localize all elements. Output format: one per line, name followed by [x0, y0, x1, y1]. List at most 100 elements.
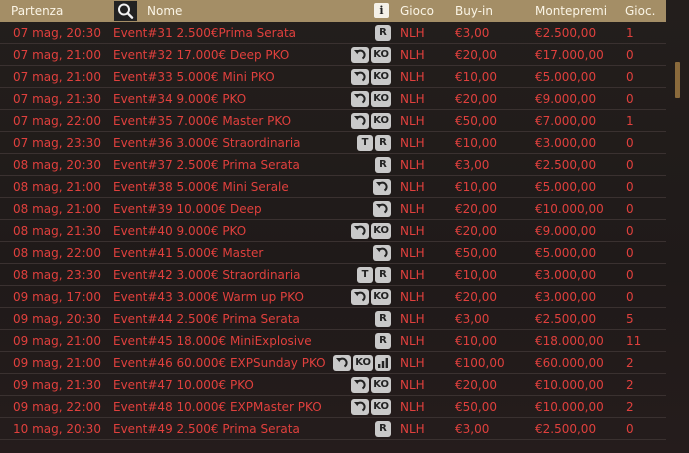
column-header-buyin[interactable]: Buy-in: [455, 4, 493, 18]
bar-chart-icon: [375, 354, 391, 371]
game-type: NLH: [400, 70, 425, 84]
player-count: 0: [626, 268, 634, 282]
tournament-row[interactable]: 09 mag, 17:00 Event#43 3.000€ Warm up PKO…: [0, 286, 666, 308]
player-count: 0: [626, 202, 634, 216]
tournament-name: Event#47 10.000€ PKO: [113, 378, 254, 392]
start-time: 07 mag, 21:00: [13, 70, 101, 84]
rebuy-badge: R: [375, 332, 391, 349]
game-type: NLH: [400, 48, 425, 62]
tournament-badges: TR: [357, 134, 391, 151]
tournament-row[interactable]: 08 mag, 22:00 Event#41 5.000€ Master NLH €5…: [0, 242, 666, 264]
start-time: 08 mag, 23:30: [13, 268, 101, 282]
late-reg-icon: [351, 376, 370, 393]
start-time: 08 mag, 21:30: [13, 224, 101, 238]
knockout-badge: KO: [371, 398, 391, 415]
knockout-badge: KO: [371, 288, 391, 305]
start-time: 07 mag, 22:00: [13, 114, 101, 128]
prize-pool: €9.000,00: [535, 92, 597, 106]
prize-pool: €10.000,00: [535, 400, 604, 414]
tournament-row[interactable]: 08 mag, 23:30 Event#42 3.000€ Straordinar…: [0, 264, 666, 286]
knockout-badge: KO: [371, 68, 391, 85]
tournament-row[interactable]: 09 mag, 21:30 Event#47 10.000€ PKO NLH €20,…: [0, 374, 666, 396]
tournament-row[interactable]: 09 mag, 20:30 Event#44 2.500€ Prima Serat…: [0, 308, 666, 330]
tournament-row[interactable]: 07 mag, 21:00 Event#32 17.000€ Deep PKO NL…: [0, 44, 666, 66]
player-count: 1: [626, 26, 634, 40]
game-type: NLH: [400, 114, 425, 128]
tournament-name: Event#33 5.000€ Mini PKO: [113, 70, 275, 84]
late-reg-icon: [351, 222, 370, 239]
start-time: 09 mag, 20:30: [13, 312, 101, 326]
tournament-badges: R: [375, 156, 391, 173]
start-time: 08 mag, 21:00: [13, 202, 101, 216]
late-reg-icon: [351, 90, 370, 107]
tournament-badges: [373, 178, 391, 195]
buyin-amount: €10,00: [455, 334, 497, 348]
player-count: 1: [626, 114, 634, 128]
tournament-badges: [373, 244, 391, 261]
prize-pool: €10.000,00: [535, 378, 604, 392]
turbo-badge: T: [357, 134, 373, 151]
info-icon[interactable]: i: [374, 3, 389, 18]
late-reg-icon: [351, 68, 370, 85]
player-count: 0: [626, 92, 634, 106]
game-type: NLH: [400, 268, 425, 282]
column-header-name[interactable]: Nome: [147, 4, 182, 18]
knockout-badge: KO: [353, 354, 373, 371]
column-header-prize[interactable]: Montepremi: [535, 4, 607, 18]
tournament-row[interactable]: 07 mag, 20:30 Event#31 2.500€Prima Serata…: [0, 22, 666, 44]
tournament-row[interactable]: 07 mag, 21:30 Event#34 9.000€ PKO NLH €20,0…: [0, 88, 666, 110]
tournament-badges: KO: [351, 222, 391, 239]
prize-pool: €5.000,00: [535, 70, 597, 84]
late-reg-icon: [373, 244, 391, 261]
scrollbar-thumb[interactable]: [675, 62, 680, 98]
player-count: 2: [626, 356, 634, 370]
tournament-row[interactable]: 09 mag, 21:00 Event#45 18.000€ MiniExplos…: [0, 330, 666, 352]
player-count: 0: [626, 290, 634, 304]
prize-pool: €3.000,00: [535, 136, 597, 150]
tournament-name: Event#31 2.500€Prima Serata: [113, 26, 296, 40]
rebuy-badge: R: [375, 420, 391, 437]
tournament-badges: KO: [351, 376, 391, 393]
tournament-row[interactable]: 09 mag, 22:00 Event#48 10.000€ EXPMaster …: [0, 396, 666, 418]
start-time: 09 mag, 21:00: [13, 356, 101, 370]
start-time: 08 mag, 22:00: [13, 246, 101, 260]
tournament-row[interactable]: 07 mag, 23:30 Event#36 3.000€ Straordinar…: [0, 132, 666, 154]
game-type: NLH: [400, 26, 425, 40]
tournament-row[interactable]: 09 mag, 21:00 Event#46 60.000€ EXPSunday …: [0, 352, 666, 374]
knockout-badge: KO: [371, 112, 391, 129]
player-count: 2: [626, 378, 634, 392]
buyin-amount: €20,00: [455, 202, 497, 216]
buyin-amount: €20,00: [455, 48, 497, 62]
tournament-name: Event#37 2.500€ Prima Serata: [113, 158, 300, 172]
tournament-row[interactable]: 07 mag, 22:00 Event#35 7.000€ Master PKO N…: [0, 110, 666, 132]
tournament-badges: R: [375, 24, 391, 41]
tournament-row[interactable]: 07 mag, 21:00 Event#33 5.000€ Mini PKO NLH…: [0, 66, 666, 88]
tournament-name: Event#46 60.000€ EXPSunday PKO: [113, 356, 326, 370]
prize-pool: €2.500,00: [535, 422, 597, 436]
late-reg-icon: [351, 288, 370, 305]
column-header-game[interactable]: Gioco: [400, 4, 434, 18]
player-count: 0: [626, 224, 634, 238]
tournament-name: Event#45 18.000€ MiniExplosive: [113, 334, 312, 348]
buyin-amount: €20,00: [455, 92, 497, 106]
player-count: 0: [626, 136, 634, 150]
buyin-amount: €20,00: [455, 378, 497, 392]
tournament-badges: KO: [351, 398, 391, 415]
tournament-row[interactable]: 08 mag, 21:00 Event#39 10.000€ Deep NLH €20…: [0, 198, 666, 220]
tournament-row[interactable]: 08 mag, 21:00 Event#38 5.000€ Mini Serale…: [0, 176, 666, 198]
rebuy-badge: R: [375, 24, 391, 41]
tournament-row[interactable]: 08 mag, 21:30 Event#40 9.000€ PKO NLH €20,0…: [0, 220, 666, 242]
column-header-start[interactable]: Partenza: [11, 4, 63, 18]
prize-pool: €2.500,00: [535, 158, 597, 172]
tournament-name: Event#41 5.000€ Master: [113, 246, 264, 260]
prize-pool: €2.500,00: [535, 26, 597, 40]
search-button[interactable]: [114, 1, 137, 21]
buyin-amount: €50,00: [455, 400, 497, 414]
column-header-players[interactable]: Gioc.: [625, 4, 655, 18]
tournament-row[interactable]: 08 mag, 20:30 Event#37 2.500€ Prima Serat…: [0, 154, 666, 176]
tournament-name: Event#42 3.000€ Straordinaria: [113, 268, 301, 282]
player-count: 0: [626, 158, 634, 172]
tournament-badges: KO: [333, 354, 391, 371]
tournament-row[interactable]: 10 mag, 20:30 Event#49 2.500€ Prima Serat…: [0, 418, 666, 440]
player-count: 0: [626, 422, 634, 436]
